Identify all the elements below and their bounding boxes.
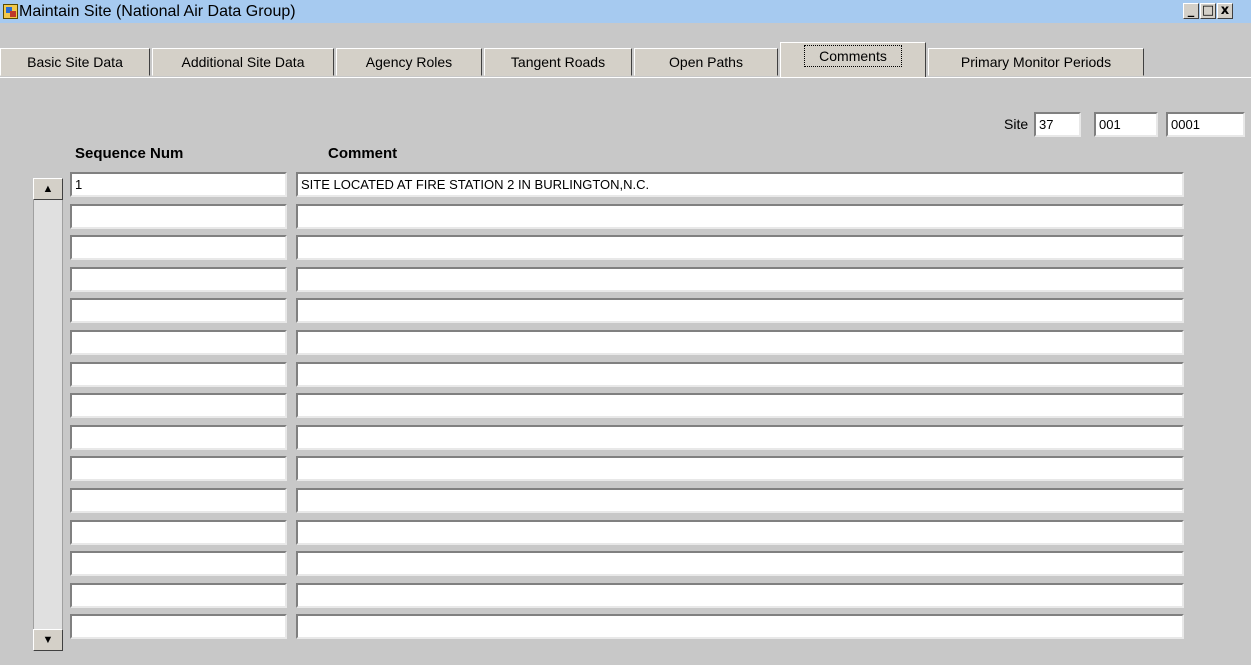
close-button[interactable]: x [1217, 3, 1233, 19]
tab-additional-site-data[interactable]: Additional Site Data [152, 48, 334, 76]
comment-field[interactable] [296, 298, 1184, 324]
site-county-field[interactable]: 001 [1094, 112, 1158, 137]
tab-comments[interactable]: Comments [780, 42, 926, 78]
comment-field[interactable] [296, 582, 1184, 608]
sequence-num-field[interactable] [70, 361, 287, 387]
sequence-num-field[interactable] [70, 488, 287, 513]
sequence-num-field[interactable] [70, 235, 287, 261]
sequence-num-field[interactable] [70, 298, 287, 324]
sequence-num-field[interactable] [70, 393, 287, 419]
site-id-field[interactable]: 0001 [1166, 112, 1245, 137]
comment-field[interactable] [296, 456, 1184, 482]
sequence-num-field[interactable] [70, 203, 287, 229]
tab-bar: Basic Site Data Additional Site Data Age… [0, 23, 1251, 78]
sequence-num-header: Sequence Num [75, 145, 184, 162]
comment-field[interactable] [296, 424, 1184, 450]
window-title: Maintain Site (National Air Data Group) [19, 3, 296, 20]
comment-field[interactable] [296, 551, 1184, 577]
maximize-button[interactable]: □ [1200, 3, 1216, 19]
sequence-num-field[interactable] [70, 330, 287, 355]
comment-field[interactable] [296, 361, 1184, 387]
tab-primary-monitor-periods[interactable]: Primary Monitor Periods [928, 48, 1144, 76]
comment-field[interactable] [296, 614, 1184, 640]
comment-field[interactable] [296, 266, 1184, 292]
site-label: Site [1004, 116, 1029, 132]
sequence-num-field[interactable] [70, 519, 287, 545]
tab-tangent-roads[interactable]: Tangent Roads [484, 48, 632, 76]
sequence-num-field[interactable]: 1 [70, 172, 287, 197]
sequence-num-field[interactable] [70, 424, 287, 450]
comment-field[interactable] [296, 519, 1184, 545]
minimize-button[interactable]: _ [1183, 3, 1199, 19]
scroll-down-icon[interactable]: ▼ [33, 629, 63, 651]
comment-header: Comment [328, 145, 398, 162]
comment-field[interactable] [296, 203, 1184, 229]
comment-field[interactable] [296, 488, 1184, 513]
window-titlebar: Maintain Site (National Air Data Group) … [0, 0, 1251, 23]
sequence-num-field[interactable] [70, 582, 287, 608]
comment-field[interactable] [296, 235, 1184, 261]
tab-baseline [0, 77, 1251, 78]
site-state-field[interactable]: 37 [1034, 112, 1081, 137]
sequence-num-field[interactable] [70, 266, 287, 292]
vertical-scrollbar[interactable] [33, 179, 63, 650]
comment-field[interactable] [296, 330, 1184, 355]
tab-open-paths[interactable]: Open Paths [634, 48, 778, 76]
sequence-num-field[interactable] [70, 551, 287, 577]
tab-basic-site-data[interactable]: Basic Site Data [0, 48, 150, 76]
sequence-num-field[interactable] [70, 456, 287, 482]
sequence-num-field[interactable] [70, 614, 287, 640]
scroll-up-icon[interactable]: ▲ [33, 178, 63, 200]
tab-agency-roles[interactable]: Agency Roles [336, 48, 482, 76]
tab-comments-label: Comments [804, 45, 902, 67]
comment-field[interactable] [296, 393, 1184, 419]
app-icon [3, 4, 18, 19]
comment-field[interactable]: SITE LOCATED AT FIRE STATION 2 IN BURLIN… [296, 172, 1184, 197]
